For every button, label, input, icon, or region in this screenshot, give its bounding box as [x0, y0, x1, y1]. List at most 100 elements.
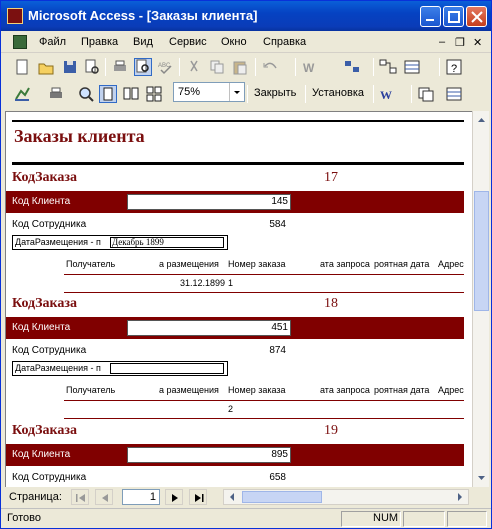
menu-file[interactable]: Файл: [39, 36, 66, 48]
client-label: Код Клиента: [12, 449, 71, 460]
client-bar: Код Клиента 451: [6, 317, 464, 339]
sub-header-request-date: ата запроса: [320, 385, 370, 395]
scroll-left-icon[interactable]: [225, 490, 239, 504]
open-icon[interactable]: [37, 58, 55, 76]
sub-row-number: 2: [228, 404, 234, 414]
zoom-value: 75%: [178, 86, 201, 98]
first-page-icon[interactable]: [71, 489, 89, 505]
chevron-down-icon[interactable]: [229, 83, 244, 101]
status-ready: Готово: [7, 512, 41, 524]
doc-minimize-icon[interactable]: ‒: [439, 36, 445, 48]
title-bar[interactable]: Microsoft Access - [Заказы клиента]: [1, 1, 491, 31]
two-pages-icon[interactable]: [122, 85, 140, 103]
status-cell: [447, 511, 487, 527]
toolbar-separator: [373, 85, 374, 103]
sub-header-address: Адрес: [438, 259, 464, 269]
page-label: Страница:: [9, 491, 62, 503]
print-icon[interactable]: [111, 58, 129, 76]
page-setup-button[interactable]: Установка: [312, 87, 364, 99]
toolbar-separator: [411, 85, 412, 103]
save-icon[interactable]: [61, 58, 79, 76]
one-page-icon[interactable]: [99, 85, 117, 103]
scroll-down-icon[interactable]: [474, 471, 489, 486]
header-rule-bottom: [12, 162, 464, 165]
menu-help[interactable]: Справка: [263, 36, 306, 48]
toolbar-separator: [255, 58, 256, 76]
vertical-scrollbar[interactable]: [472, 111, 489, 487]
print-icon-2[interactable]: [47, 85, 65, 103]
close-preview-button[interactable]: Закрыть: [254, 87, 296, 99]
print-preview-icon[interactable]: [134, 58, 152, 76]
toolbar-separator: [179, 58, 180, 76]
sub-row-rule: [64, 418, 464, 419]
order-key-label: КодЗаказа: [12, 170, 78, 185]
cut-icon[interactable]: [185, 58, 203, 76]
record-navigation: Страница: 1: [1, 487, 491, 507]
copy-icon[interactable]: [208, 58, 226, 76]
date-label: ДатаРазмещения - п: [15, 237, 101, 247]
order-key-label: КодЗаказа: [12, 423, 78, 438]
undo-icon[interactable]: [261, 58, 279, 76]
standard-toolbar: ABC W ?: [1, 54, 491, 80]
analyze-icon[interactable]: [343, 58, 361, 76]
scroll-right-icon[interactable]: [453, 490, 467, 504]
menu-tools[interactable]: Сервис: [169, 36, 207, 48]
sub-header-order-number: Номер заказа: [228, 259, 286, 269]
design-view-icon[interactable]: [13, 85, 31, 103]
access-app-icon: [7, 8, 23, 24]
zoom-icon[interactable]: [77, 85, 95, 103]
new-icon[interactable]: [13, 58, 31, 76]
minimize-button[interactable]: [420, 6, 441, 27]
sub-header-request-date: ата запроса: [320, 259, 370, 269]
maximize-button[interactable]: [443, 6, 464, 27]
order-key-label: КодЗаказа: [12, 296, 78, 311]
status-cell: [403, 511, 445, 527]
svg-text:W: W: [380, 88, 392, 102]
menu-view[interactable]: Вид: [133, 36, 153, 48]
last-page-icon[interactable]: [189, 489, 207, 505]
toolbar-separator: [295, 58, 296, 76]
menu-window[interactable]: Окно: [221, 36, 247, 48]
word-icon[interactable]: W: [379, 85, 397, 103]
sub-header-placement-date: а размещения: [159, 259, 219, 269]
new-object-icon-2[interactable]: [445, 85, 463, 103]
svg-text:W: W: [303, 61, 315, 75]
order-key-value: 19: [324, 423, 338, 438]
scroll-up-icon[interactable]: [474, 112, 489, 127]
close-button[interactable]: [466, 6, 487, 27]
client-box: 145: [127, 194, 291, 210]
sub-header-rule: [64, 400, 464, 401]
doc-close-icon[interactable]: ✕: [473, 36, 482, 49]
sub-row-rule: [64, 292, 464, 293]
horizontal-scroll-thumb[interactable]: [242, 491, 322, 503]
report-document-icon[interactable]: [13, 35, 27, 49]
doc-restore-icon[interactable]: ❐: [455, 36, 465, 49]
spelling-icon[interactable]: ABC: [157, 58, 175, 76]
office-links-icon[interactable]: W: [301, 58, 319, 76]
scroll-thumb[interactable]: [474, 191, 489, 311]
next-page-icon[interactable]: [165, 489, 183, 505]
client-box: 895: [127, 447, 291, 463]
employee-label: Код Сотрудника: [12, 345, 87, 356]
toolbar-separator: [373, 58, 374, 76]
paste-icon[interactable]: [231, 58, 249, 76]
help-icon[interactable]: ?: [445, 58, 463, 76]
new-object-icon[interactable]: [403, 58, 421, 76]
file-search-icon[interactable]: [83, 58, 101, 76]
menu-edit[interactable]: Правка: [81, 36, 118, 48]
employee-label: Код Сотрудника: [12, 219, 87, 230]
report-title: Заказы клиента: [14, 126, 145, 146]
print-preview-toolbar: W: [1, 81, 491, 107]
page-number-input[interactable]: 1: [122, 489, 160, 505]
employee-value: 874: [269, 345, 286, 356]
status-bar: Готово NUM: [1, 508, 491, 528]
relationships-icon[interactable]: [379, 58, 397, 76]
multiple-pages-icon[interactable]: [145, 85, 163, 103]
client-value: 451: [271, 322, 288, 333]
toolbar-separator: [305, 85, 306, 103]
sub-header-recipient: Получатель: [66, 259, 116, 269]
database-window-icon[interactable]: [417, 85, 435, 103]
prev-page-icon[interactable]: [95, 489, 113, 505]
horizontal-scrollbar[interactable]: [223, 489, 469, 505]
zoom-combo[interactable]: 75%: [173, 82, 245, 102]
